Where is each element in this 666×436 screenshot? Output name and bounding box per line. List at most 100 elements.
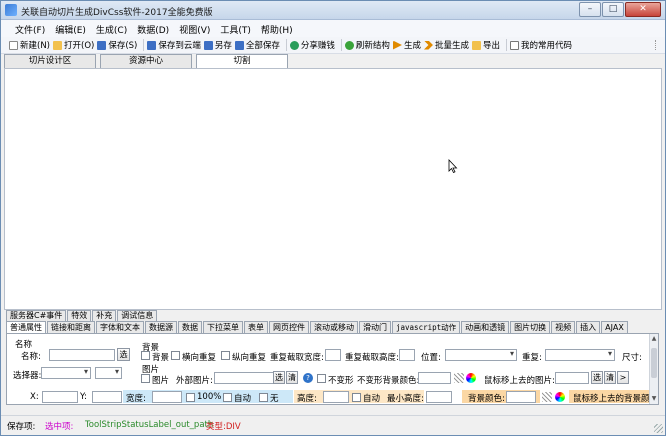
tab-sliding-door[interactable]: 滑动门	[359, 321, 391, 333]
tab-general-props[interactable]: 普通属性	[6, 321, 46, 333]
y-input[interactable]	[92, 391, 122, 403]
tab-insert[interactable]: 插入	[576, 321, 601, 333]
width-100-checkbox[interactable]	[186, 393, 195, 402]
save-button[interactable]: 保存(S)	[97, 39, 137, 51]
outer-image-input[interactable]	[214, 372, 274, 384]
save-all-icon	[234, 40, 244, 50]
height-input[interactable]	[323, 391, 349, 403]
tab-datasource[interactable]: 数据源	[145, 321, 177, 333]
tab-video[interactable]: 视频	[551, 321, 576, 333]
hover-image-input[interactable]	[555, 372, 589, 384]
tab-cut[interactable]: 切割	[196, 54, 288, 69]
bg-checkbox[interactable]	[141, 351, 150, 360]
width-auto-checkbox[interactable]	[223, 393, 232, 402]
palette-icon[interactable]	[454, 373, 464, 383]
tab-javascript-action[interactable]: javascript动作	[392, 321, 461, 333]
tab-slice-design[interactable]: 切片设计区	[4, 54, 96, 68]
bg-palette-icon[interactable]	[542, 392, 552, 402]
width-label: 宽度:	[126, 394, 146, 404]
event-tab-strip: 服务器C#事件 特效 补充 调试信息	[6, 310, 158, 321]
selector-dropdown[interactable]	[41, 367, 91, 379]
menu-help[interactable]: 帮助(H)	[257, 20, 299, 37]
menu-tools[interactable]: 工具(T)	[216, 20, 257, 37]
minimize-button[interactable]: –	[579, 2, 601, 17]
hover-image-next-button[interactable]: >	[617, 371, 629, 384]
hover-image-clear-button[interactable]: 清	[604, 371, 616, 384]
menu-view[interactable]: 视图(V)	[175, 20, 216, 37]
export-button[interactable]: 导出	[471, 39, 500, 51]
tab-debug-info[interactable]: 调试信息	[117, 310, 158, 321]
outer-image-clear-button[interactable]: 清	[286, 371, 298, 384]
refresh-button[interactable]: 刷新结构	[344, 39, 390, 51]
close-button[interactable]: ✕	[625, 2, 661, 17]
menu-generate[interactable]: 生成(C)	[92, 20, 133, 37]
resize-grip[interactable]	[654, 424, 663, 433]
tab-web-controls[interactable]: 网页控件	[269, 321, 309, 333]
color-wheel-icon[interactable]	[466, 373, 476, 383]
hover-bg-label: 鼠标移上去的背景颜	[573, 394, 650, 404]
window-title: 关联自动切片生成DivCss软件-2017全能免费版	[21, 8, 213, 18]
image-checkbox[interactable]	[141, 374, 150, 383]
min-height-input[interactable]	[426, 391, 452, 403]
status-item-path: ToolStripStatusLabel_out_path	[85, 420, 214, 430]
tab-supplement[interactable]: 补充	[92, 310, 117, 321]
scroll-up-icon[interactable]: ▲	[650, 335, 658, 343]
height-auto-checkbox[interactable]	[352, 393, 361, 402]
maximize-button[interactable]: □	[602, 2, 624, 17]
new-button[interactable]: 新建(N)	[9, 39, 50, 51]
tab-resource-center[interactable]: 资源中心	[100, 54, 192, 68]
x-input[interactable]	[42, 391, 78, 403]
selector-type-dropdown[interactable]	[95, 367, 122, 379]
tab-server-events[interactable]: 服务器C#事件	[6, 310, 67, 321]
batch-generate-button[interactable]: 批量生成	[423, 39, 469, 51]
share-button[interactable]: 分享赚钱	[289, 39, 335, 51]
tab-link-distance[interactable]: 链接和距离	[47, 321, 95, 333]
repeat-height-input[interactable]	[399, 349, 415, 361]
width-none-checkbox[interactable]	[259, 393, 268, 402]
my-code-button[interactable]: 我的常用代码	[509, 39, 572, 51]
tab-scroll-move[interactable]: 滚动或移动	[310, 321, 358, 333]
width-input[interactable]	[152, 391, 182, 403]
repeat-y-checkbox[interactable]	[221, 351, 230, 360]
repeat-dropdown[interactable]	[545, 349, 615, 361]
repeat-x-label: 横向重复	[182, 353, 217, 363]
toolbar-grip[interactable]	[655, 40, 661, 50]
batch-generate-icon	[423, 40, 433, 50]
min-height-label: 最小高度:	[387, 394, 424, 404]
save-all-button[interactable]: 全部保存	[234, 39, 280, 51]
menu-data[interactable]: 数据(D)	[133, 20, 175, 37]
tab-effects[interactable]: 特效	[67, 310, 92, 321]
open-button[interactable]: 打开(O)	[53, 39, 94, 51]
name-select-button[interactable]: 选	[117, 348, 130, 361]
name-input[interactable]	[49, 349, 115, 361]
hover-image-select-button[interactable]: 选	[591, 371, 603, 384]
menu-file[interactable]: 文件(F)	[11, 20, 51, 37]
toolbar-separator	[285, 39, 287, 51]
tab-ajax[interactable]: AJAX	[601, 321, 628, 333]
no-deform-checkbox[interactable]	[317, 374, 326, 383]
tab-data[interactable]: 数据	[178, 321, 202, 333]
export-icon	[471, 40, 481, 50]
generate-button[interactable]: 生成	[392, 39, 421, 51]
help-icon[interactable]: ?	[303, 373, 313, 383]
code-page-icon	[509, 40, 519, 50]
tab-font-text[interactable]: 字体和文本	[96, 321, 144, 333]
tab-dropdown-menu[interactable]: 下拉菜单	[203, 321, 243, 333]
outer-image-select-button[interactable]: 选	[273, 371, 285, 384]
height-auto-label: 自动	[363, 394, 381, 404]
tab-animation-lens[interactable]: 动画和透镜	[461, 321, 510, 333]
cloud-save-button[interactable]: 保存到云端	[147, 39, 201, 51]
toolbar-separator	[143, 39, 145, 51]
design-canvas[interactable]	[4, 68, 662, 310]
bg-color-wheel-icon[interactable]	[555, 392, 565, 402]
bg-color-input[interactable]	[506, 391, 536, 403]
scroll-thumb[interactable]	[651, 348, 657, 378]
repeat-x-checkbox[interactable]	[171, 351, 180, 360]
position-dropdown[interactable]	[445, 349, 517, 361]
save-as-button[interactable]: 另存	[203, 39, 232, 51]
tab-form[interactable]: 表单	[244, 321, 268, 333]
tab-image-switch[interactable]: 图片切换	[510, 321, 551, 333]
menu-edit[interactable]: 编辑(E)	[51, 20, 92, 37]
repeat-width-input[interactable]	[325, 349, 341, 361]
no-deform-bg-input[interactable]	[418, 372, 451, 384]
